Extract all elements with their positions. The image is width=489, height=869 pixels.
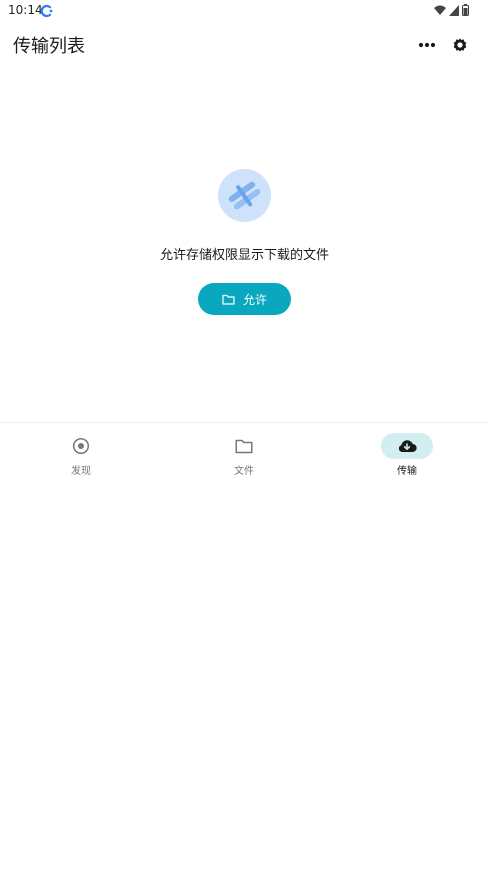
- wifi-icon: [434, 5, 446, 15]
- nav-label-files: 文件: [234, 466, 254, 477]
- nav-item-transfer[interactable]: 传输: [372, 433, 442, 479]
- allow-button[interactable]: 允许: [198, 283, 291, 315]
- nav-label-discover: 发现: [71, 466, 91, 477]
- transfer-icon: [228, 181, 261, 210]
- empty-state-message: 允许存储权限显示下载的文件: [159, 248, 329, 263]
- cloud-download-icon: [398, 440, 417, 453]
- more-icon: [418, 42, 436, 48]
- c-logo-icon: [40, 4, 53, 18]
- transfer-illustration: [218, 169, 271, 222]
- signal-icon: [449, 4, 459, 16]
- gear-icon: [453, 38, 467, 52]
- bottom-nav: 发现 文件 传输: [0, 423, 489, 481]
- page-title: 传输列表: [13, 36, 85, 57]
- nav-icon-wrap: [55, 433, 107, 459]
- battery-icon: [462, 4, 469, 16]
- status-bar: 10:14: [0, 0, 489, 22]
- status-time: 10:14: [8, 3, 43, 17]
- status-indicators: [434, 4, 469, 16]
- nav-icon-wrap: [381, 433, 433, 459]
- allow-button-label: 允许: [242, 292, 267, 307]
- settings-button[interactable]: [447, 32, 473, 58]
- nav-label-transfer: 传输: [397, 466, 417, 477]
- nav-item-files[interactable]: 文件: [209, 433, 279, 479]
- more-button[interactable]: [414, 32, 440, 58]
- folder-icon: [222, 294, 235, 305]
- nav-icon-wrap: [218, 433, 270, 459]
- target-icon: [72, 437, 90, 455]
- app-bar: 传输列表: [0, 22, 489, 66]
- folder-icon: [235, 439, 253, 453]
- nav-item-discover[interactable]: 发现: [46, 433, 116, 479]
